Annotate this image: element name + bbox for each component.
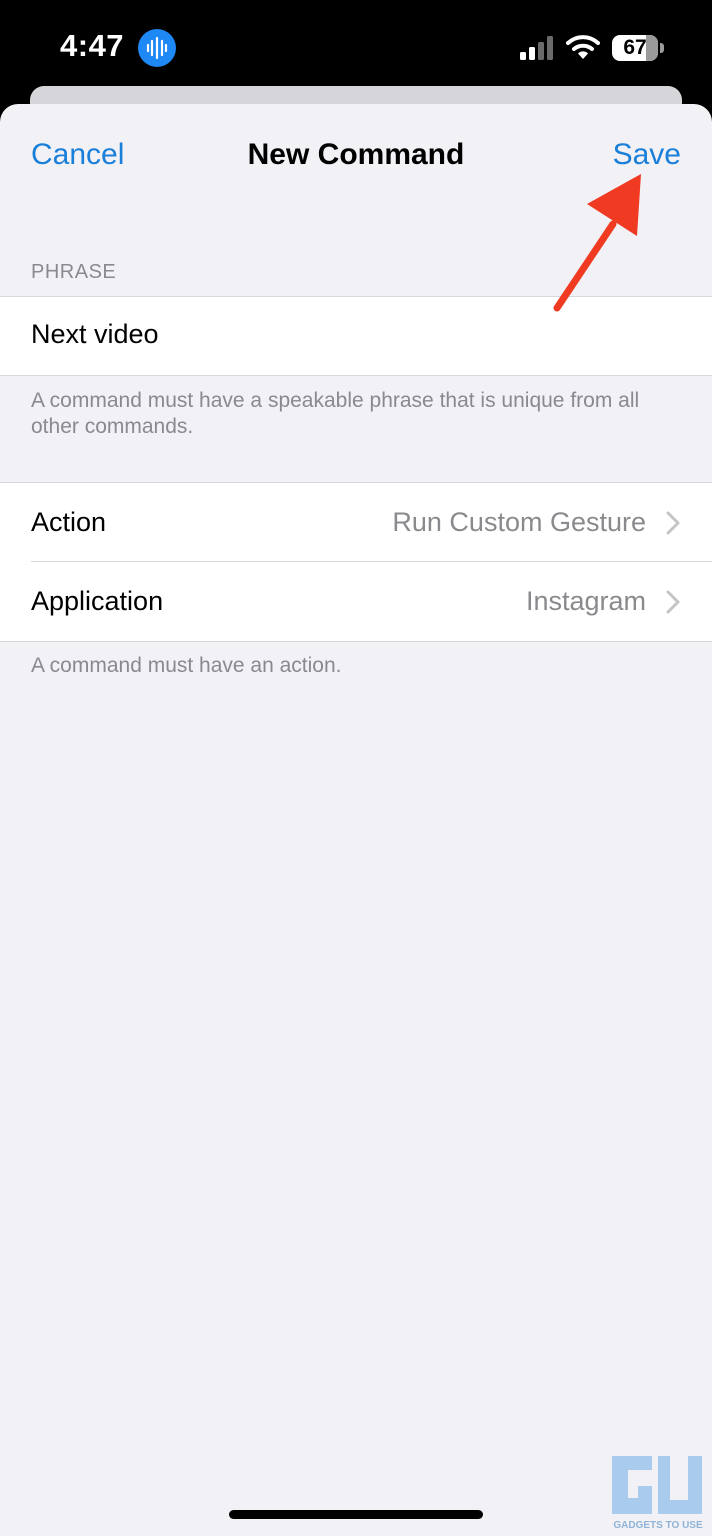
action-label: Action: [31, 507, 107, 537]
phone-screen: 4:47 67 New Command Cancel Save PHRASE N…: [0, 0, 712, 1536]
battery-level: 67: [623, 36, 647, 59]
battery-cap: [660, 43, 664, 53]
phrase-section-header: PHRASE: [31, 261, 117, 283]
application-label: Application: [31, 586, 164, 616]
action-footer-note: A command must have an action.: [31, 654, 342, 677]
svg-text:GADGETS TO USE: GADGETS TO USE: [613, 1520, 703, 1531]
application-row[interactable]: Application Instagram: [0, 562, 712, 641]
action-value: Run Custom Gesture: [392, 507, 646, 537]
home-indicator[interactable]: [229, 1510, 483, 1519]
battery-empty-portion: [646, 35, 658, 61]
action-row[interactable]: Action Run Custom Gesture: [0, 483, 712, 562]
chevron-right-icon: [666, 590, 680, 619]
chevron-right-icon: [666, 511, 680, 540]
application-value: Instagram: [525, 586, 646, 616]
phrase-footer-note: A command must have a speakable phrase t…: [31, 389, 640, 438]
cancel-button[interactable]: Cancel: [31, 138, 124, 172]
battery-icon: 67: [612, 35, 658, 61]
gadgets-to-use-logo: GADGETS TO USE: [608, 1452, 708, 1536]
wifi-icon: [566, 34, 600, 65]
annotation-arrow-icon: [545, 168, 655, 323]
status-bar: 4:47 67: [0, 0, 712, 96]
voice-memo-icon: [138, 29, 176, 67]
phrase-value[interactable]: Next video: [31, 319, 159, 350]
cellular-signal-icon: [520, 36, 554, 65]
status-time: 4:47: [60, 28, 125, 63]
action-settings-group: Action Run Custom Gesture Application In…: [0, 482, 712, 642]
save-button[interactable]: Save: [613, 138, 681, 172]
